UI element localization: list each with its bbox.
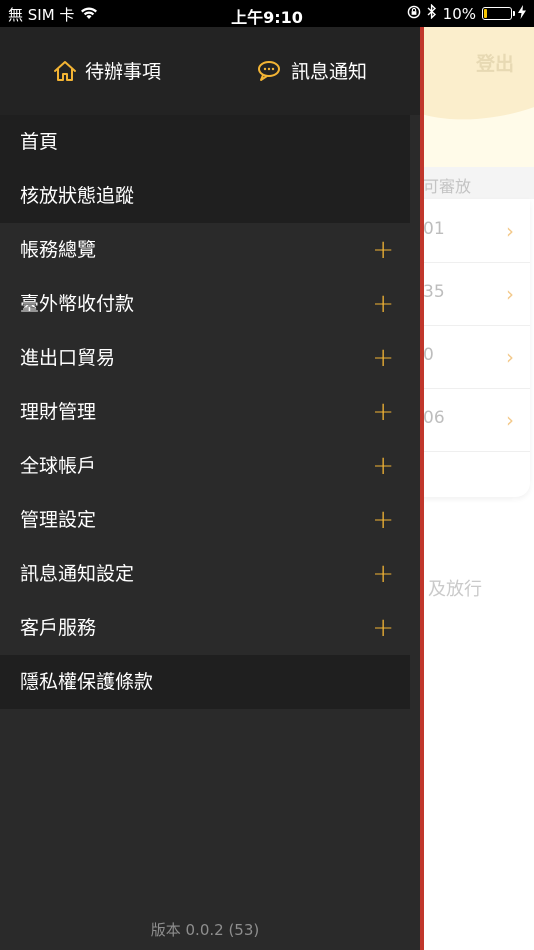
battery-level [484, 9, 487, 18]
menu-item-trade[interactable]: 進出口貿易 + [0, 331, 410, 385]
drawer-quick-actions: 待辦事項 訊息通知 [0, 27, 420, 115]
drawer-menu: 首頁 核放狀態追蹤 帳務總覽 + 臺外幣收付款 + 進出口貿易 + 理財管理 +… [0, 115, 410, 709]
status-bar: 無 SIM 卡 上午9:10 10% [0, 0, 534, 27]
menu-item-label: 帳務總覽 [20, 239, 97, 261]
chevron-right-icon: › [506, 282, 514, 306]
plus-icon[interactable]: + [372, 601, 394, 655]
menu-item-notification-settings[interactable]: 訊息通知設定 + [0, 547, 410, 601]
messages-button[interactable]: 訊息通知 [257, 57, 367, 84]
drawer-edge [420, 27, 424, 950]
battery-icon [482, 7, 515, 20]
battery-percent: 10% [442, 4, 476, 23]
summary-row[interactable]: 0 › [420, 325, 530, 389]
plus-icon[interactable]: + [372, 493, 394, 547]
todo-label: 待辦事項 [85, 61, 162, 83]
chevron-right-icon: › [506, 408, 514, 432]
chevron-right-icon: › [506, 219, 514, 243]
menu-item-label: 進出口貿易 [20, 347, 116, 369]
menu-item-approval-tracking[interactable]: 核放狀態追蹤 [0, 169, 410, 223]
plus-icon[interactable]: + [372, 331, 394, 385]
row-value: 06 [423, 408, 445, 428]
menu-item-label: 首頁 [20, 131, 59, 153]
section-label: 可審放 [423, 177, 472, 196]
row-value: 35 [423, 282, 445, 302]
bluetooth-icon [427, 3, 437, 23]
menu-item-label: 理財管理 [20, 401, 97, 423]
summary-row[interactable]: 35 › [420, 262, 530, 326]
menu-item-label: 管理設定 [20, 509, 97, 531]
menu-item-label: 隱私權保護條款 [20, 671, 154, 693]
orientation-lock-icon [407, 5, 421, 23]
menu-item-label: 核放狀態追蹤 [20, 185, 135, 207]
menu-item-management-settings[interactable]: 管理設定 + [0, 493, 410, 547]
chevron-right-icon: › [506, 345, 514, 369]
plus-icon[interactable]: + [372, 385, 394, 439]
logout-button[interactable]: 登出 [476, 49, 514, 76]
menu-item-label: 客戶服務 [20, 617, 97, 639]
summary-row[interactable]: 01 › [420, 199, 530, 263]
summary-row[interactable]: 06 › [420, 388, 530, 452]
chat-bubble-icon [257, 60, 283, 82]
background-footer-text: 及放行 [428, 579, 482, 600]
menu-item-home[interactable]: 首頁 [0, 115, 410, 169]
navigation-drawer: 待辦事項 訊息通知 首頁 核放狀態追蹤 帳務總覽 + 臺外幣收付款 + 進出口貿… [0, 27, 420, 950]
plus-icon[interactable]: + [372, 223, 394, 277]
menu-item-wealth-management[interactable]: 理財管理 + [0, 385, 410, 439]
menu-item-global-accounts[interactable]: 全球帳戶 + [0, 439, 410, 493]
row-value: 0 [423, 345, 434, 365]
menu-item-payments[interactable]: 臺外幣收付款 + [0, 277, 410, 331]
todo-button[interactable]: 待辦事項 [53, 57, 161, 84]
home-icon [53, 60, 77, 82]
plus-icon[interactable]: + [372, 277, 394, 331]
menu-item-label: 全球帳戶 [20, 455, 97, 477]
menu-item-privacy-policy[interactable]: 隱私權保護條款 [0, 655, 410, 709]
messages-label: 訊息通知 [291, 61, 368, 83]
menu-item-label: 臺外幣收付款 [20, 293, 135, 315]
plus-icon[interactable]: + [372, 439, 394, 493]
menu-item-customer-service[interactable]: 客戶服務 + [0, 601, 410, 655]
plus-icon[interactable]: + [372, 547, 394, 601]
menu-item-account-overview[interactable]: 帳務總覽 + [0, 223, 410, 277]
version-label: 版本 0.0.2 (53) [150, 921, 260, 939]
charging-icon [518, 4, 526, 23]
row-value: 01 [423, 219, 445, 239]
menu-item-label: 訊息通知設定 [20, 563, 135, 585]
